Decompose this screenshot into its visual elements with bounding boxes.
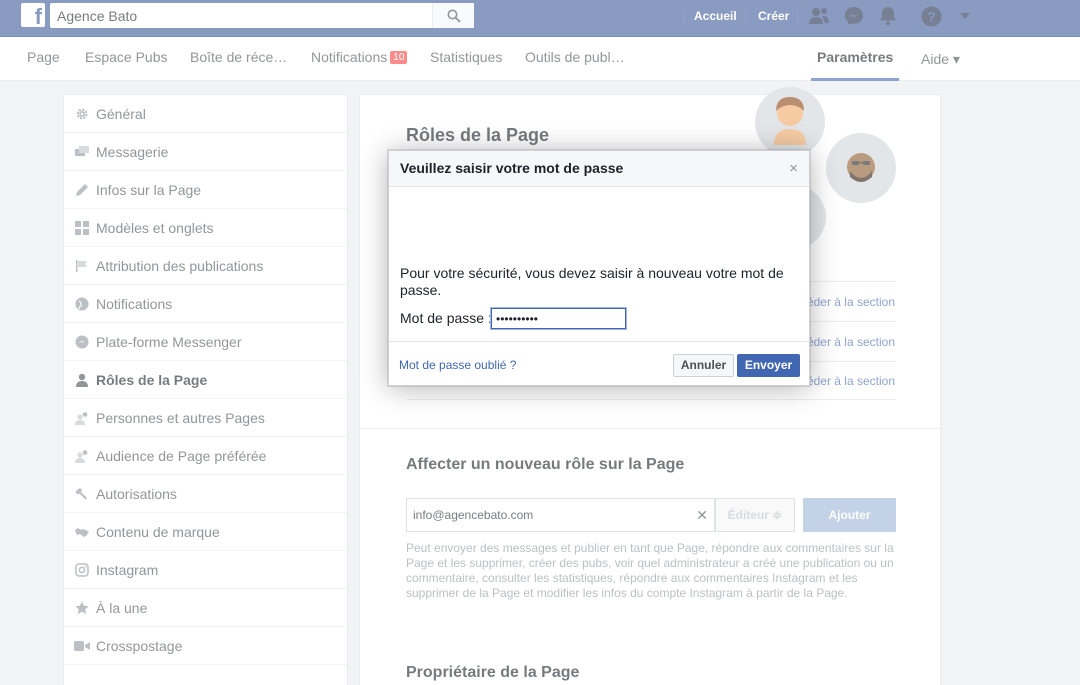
dialog-header: Veuillez saisir votre mot de passe × [389,151,809,187]
dialog-title: Veuillez saisir votre mot de passe [400,160,624,176]
send-button[interactable]: Envoyer [737,354,800,377]
dialog-message: Pour votre sécurité, vous devez saisir à… [400,265,784,298]
password-dialog: Veuillez saisir votre mot de passe × Pou… [388,150,810,386]
password-label: Mot de passe : [400,310,492,326]
close-icon[interactable]: × [789,160,798,177]
forgot-password-link[interactable]: Mot de passe oublié ? [399,358,516,372]
password-field[interactable] [490,307,627,330]
cancel-button[interactable]: Annuler [673,354,734,377]
dialog-footer: Mot de passe oublié ? Annuler Envoyer [389,341,809,385]
